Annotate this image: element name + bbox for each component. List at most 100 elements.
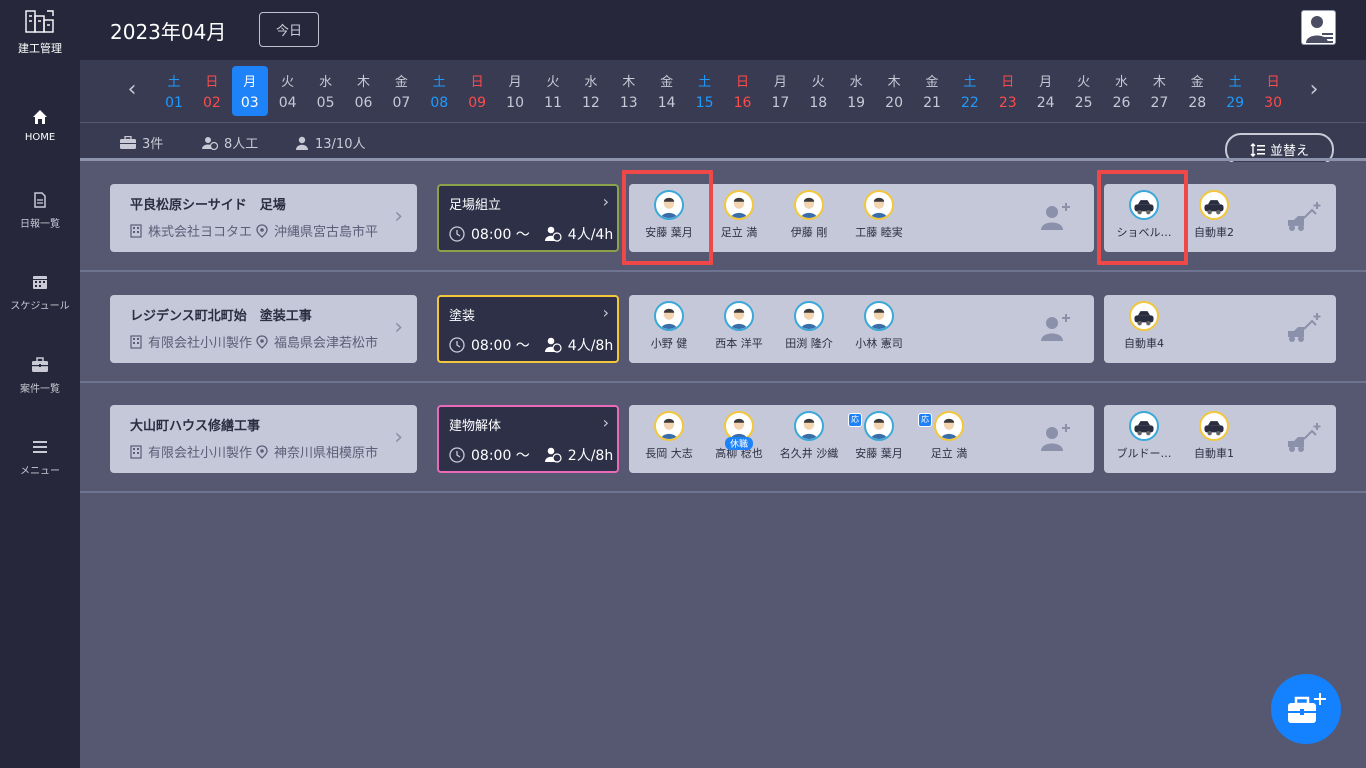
equipment-item[interactable]: 自動車4 [1109, 301, 1179, 351]
sidebar-item-label: スケジュール [10, 301, 70, 312]
day-26[interactable]: 水 26 [1104, 66, 1140, 116]
add-worker-icon[interactable] [1038, 311, 1072, 345]
day-09[interactable]: 日 09 [459, 66, 495, 116]
project-card[interactable]: レジデンス町北町始 塗装工事 有限会社小川製作 福島県会津若松市 › [110, 295, 417, 363]
worker-item[interactable]: 西本 洋平 [704, 301, 774, 351]
day-05[interactable]: 水 05 [308, 66, 344, 116]
current-month: 2023年04月 [110, 20, 227, 44]
sidebar-item-projects[interactable]: 案件一覧 [0, 356, 80, 395]
day-10[interactable]: 月 10 [497, 66, 533, 116]
day-24[interactable]: 月 24 [1028, 66, 1064, 116]
day-number: 23 [998, 95, 1017, 111]
day-17[interactable]: 月 17 [762, 66, 798, 116]
worker-item[interactable]: 小林 憲司 [844, 301, 914, 351]
worker-item[interactable]: 工藤 睦実 [844, 190, 914, 240]
day-02[interactable]: 日 02 [194, 66, 230, 116]
day-22[interactable]: 土 22 [952, 66, 988, 116]
worker-avatar [864, 190, 894, 220]
worker-item[interactable]: 応安藤 葉月 [844, 411, 914, 461]
day-20[interactable]: 木 20 [876, 66, 912, 116]
next-month-arrow-icon[interactable]: › [1302, 78, 1326, 102]
sidebar-item-label: メニュー [20, 466, 60, 477]
day-weekday: 金 [660, 75, 674, 90]
day-number: 15 [695, 95, 714, 111]
sidebar-item-schedule[interactable]: スケジュール [0, 273, 80, 312]
equipment-item[interactable]: 自動車2 [1179, 190, 1249, 240]
worker-name: 安藤 葉月 [645, 226, 693, 239]
equipment-item[interactable]: ブルドー… [1109, 411, 1179, 461]
date-selector: ‹ 土 01 日 02 月 03 火 04 水 05 木 06 金 07 土 08 日 09 月 10 火 11 水 12 木 1… [80, 60, 1366, 122]
add-project-fab[interactable] [1271, 674, 1341, 744]
project-card[interactable]: 大山町ハウス修繕工事 有限会社小川製作 神奈川県相模原市 › [110, 405, 417, 473]
equipment-avatar [1129, 301, 1159, 331]
day-12[interactable]: 水 12 [573, 66, 609, 116]
company-name: 有限会社小川製作 [148, 336, 253, 351]
add-equipment-icon[interactable] [1284, 421, 1322, 455]
sidebar-item-menu[interactable]: メニュー [0, 438, 80, 477]
day-06[interactable]: 木 06 [346, 66, 382, 116]
profile-button[interactable] [1301, 10, 1336, 45]
sidebar-item-label: 日報一覧 [20, 219, 60, 230]
app-logo[interactable]: 建工管理 [0, 8, 80, 56]
worker-item[interactable]: 伊藤 剛 [774, 190, 844, 240]
day-04[interactable]: 火 04 [270, 66, 306, 116]
add-equipment-icon[interactable] [1284, 200, 1322, 234]
day-15[interactable]: 土 15 [687, 66, 723, 116]
worker-item[interactable]: 小野 健 [634, 301, 704, 351]
sidebar-item-daily-reports[interactable]: 日報一覧 [0, 191, 80, 230]
briefcase-icon [120, 135, 136, 149]
task-card[interactable]: 塗装 › 08:00 ～ 4人/8h [437, 295, 619, 363]
project-address: 沖縄県宮古島市平 [274, 225, 379, 240]
day-08[interactable]: 土 08 [421, 66, 457, 116]
project-card[interactable]: 平良松原シーサイド 足場 株式会社ヨコタエ 沖縄県宮古島市平 › [110, 184, 417, 252]
day-14[interactable]: 金 14 [649, 66, 685, 116]
worker-item[interactable]: 休職 高柳 稔也 [704, 411, 774, 461]
worker-item[interactable]: 足立 満 [704, 190, 774, 240]
day-03[interactable]: 月 03 [231, 66, 268, 116]
worker-item[interactable]: 安藤 葉月 [634, 190, 704, 240]
task-card[interactable]: 足場組立 › 08:00 ～ 4人/4h [437, 184, 619, 252]
day-29[interactable]: 土 29 [1217, 66, 1253, 116]
equipment-item[interactable]: 自動車1 [1179, 411, 1249, 461]
project-address: 神奈川県相模原市 [274, 446, 379, 461]
chevron-right-icon: › [602, 303, 609, 322]
sidebar-item-home[interactable]: HOME [0, 108, 80, 143]
worker-item[interactable]: 名久井 沙織 [774, 411, 844, 461]
worker-clock-icon [544, 447, 562, 463]
equipment-name: 自動車2 [1194, 226, 1234, 239]
day-19[interactable]: 水 19 [838, 66, 874, 116]
day-weekday: 日 [735, 75, 749, 90]
day-28[interactable]: 金 28 [1179, 66, 1215, 116]
building-icon [130, 445, 142, 459]
prev-month-arrow-icon[interactable]: ‹ [120, 78, 144, 102]
day-16[interactable]: 日 16 [725, 66, 761, 116]
worker-avatar [864, 301, 894, 331]
add-equipment-icon[interactable] [1284, 311, 1322, 345]
task-card[interactable]: 建物解体 › 08:00 ～ 2人/8h [437, 405, 619, 473]
day-13[interactable]: 木 13 [611, 66, 647, 116]
today-button[interactable]: 今日 [259, 12, 319, 47]
day-number: 03 [240, 95, 259, 111]
worker-item[interactable]: 長岡 大志 [634, 411, 704, 461]
add-worker-icon[interactable] [1038, 200, 1072, 234]
worker-item[interactable]: 田渕 隆介 [774, 301, 844, 351]
worker-name: 安藤 葉月 [855, 447, 903, 460]
add-worker-icon[interactable] [1038, 421, 1072, 455]
day-30[interactable]: 日 30 [1255, 66, 1291, 116]
worker-item[interactable]: 応足立 満 [914, 411, 984, 461]
day-18[interactable]: 火 18 [800, 66, 836, 116]
day-21[interactable]: 金 21 [914, 66, 950, 116]
day-07[interactable]: 金 07 [383, 66, 419, 116]
schedule-row: 平良松原シーサイド 足場 株式会社ヨコタエ 沖縄県宮古島市平 › 足場組立 › 08:00 … [80, 162, 1366, 272]
day-25[interactable]: 火 25 [1066, 66, 1102, 116]
day-27[interactable]: 木 27 [1141, 66, 1177, 116]
briefcase-add-icon [1288, 693, 1326, 723]
equipment-item[interactable]: ショベル… [1109, 190, 1179, 240]
equipment-avatar [1129, 411, 1159, 441]
document-icon [34, 192, 46, 208]
day-11[interactable]: 火 11 [535, 66, 571, 116]
day-23[interactable]: 日 23 [990, 66, 1026, 116]
day-weekday: 月 [773, 75, 787, 90]
day-number: 04 [278, 95, 297, 111]
day-01[interactable]: 土 01 [156, 66, 192, 116]
